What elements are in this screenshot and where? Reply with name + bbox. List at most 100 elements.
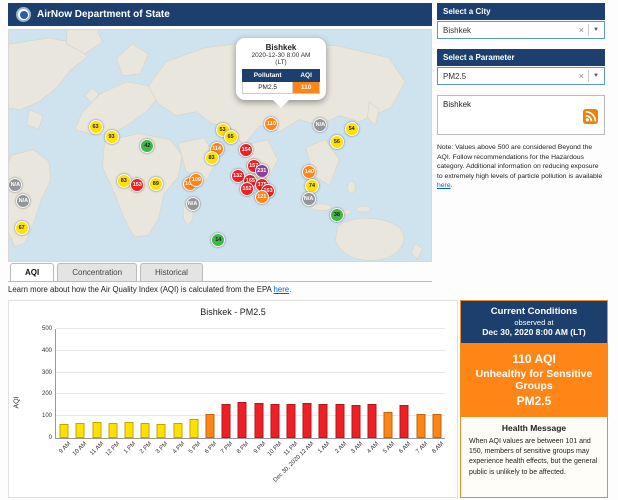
select-divider	[588, 70, 589, 82]
popup-aqi-value: 110	[293, 82, 320, 94]
select-parameter-header: Select a Parameter	[437, 49, 605, 66]
aqi-marker[interactable]: 65	[224, 130, 238, 144]
gridline	[56, 350, 445, 351]
chart-bar	[108, 423, 117, 438]
popup-city: Bishkek	[242, 43, 320, 52]
chart-bar	[222, 404, 231, 438]
x-tick-label: 9 AM	[58, 441, 72, 455]
chart-y-axis-label: AQI	[14, 396, 21, 408]
chart-bar	[287, 404, 296, 438]
aqi-marker[interactable]: N/A	[302, 192, 316, 206]
aqi-marker[interactable]: 231	[255, 164, 269, 178]
aqi-marker[interactable]: 56	[330, 135, 344, 149]
aqi-marker[interactable]: 54	[345, 122, 359, 136]
chart-panel: Bishkek - PM2.5 AQI 01002003004005009 AM…	[8, 300, 458, 498]
x-tick-label: 4 PM	[172, 441, 186, 455]
x-tick-label: 6 PM	[204, 441, 218, 455]
health-message-section: Health Message When AQI values are betwe…	[461, 417, 607, 484]
aqi-marker[interactable]: 89	[149, 177, 163, 191]
x-tick-label: 11 AM	[89, 441, 105, 457]
chart-bar	[303, 403, 312, 438]
chart-title: Bishkek - PM2.5	[9, 307, 457, 317]
aqi-marker[interactable]: 154	[239, 143, 253, 157]
clear-parameter-icon[interactable]: ×	[579, 71, 584, 81]
chart-bar	[205, 414, 214, 438]
gridline	[56, 393, 445, 394]
aqi-marker[interactable]: 153	[130, 178, 144, 192]
aqi-marker[interactable]: 38	[330, 208, 344, 222]
observed-at-label: observed at	[465, 318, 603, 327]
chart-bar	[157, 424, 166, 438]
view-tabs: AQI Concentration Historical	[8, 263, 432, 282]
gridline	[56, 328, 445, 329]
aqi-marker[interactable]: N/A	[16, 194, 30, 208]
y-tick-label: 300	[42, 370, 52, 376]
aqi-marker[interactable]: 67	[15, 221, 29, 235]
chart-bar	[368, 404, 377, 438]
current-conditions-panel: Current Conditions observed at Dec 30, 2…	[460, 300, 608, 498]
popup-pollutant-header: Pollutant	[243, 70, 293, 82]
x-tick-label: 9 PM	[253, 441, 267, 455]
y-tick-label: 400	[42, 348, 52, 354]
clear-city-icon[interactable]: ×	[579, 25, 584, 35]
world-aqi-map[interactable]: N/AN/A6763934283153891081091148353651101…	[8, 29, 432, 262]
current-conditions-header: Current Conditions observed at Dec 30, 2…	[461, 301, 607, 343]
popup-aqi-header: AQI	[293, 70, 320, 82]
chart-bar	[124, 422, 133, 438]
chart-bar	[60, 424, 69, 438]
x-tick-label: 12 PM	[104, 441, 121, 458]
aqi-marker[interactable]: N/A	[186, 197, 200, 211]
aqi-marker[interactable]: 121	[255, 190, 269, 204]
aqi-marker[interactable]: 63	[89, 120, 103, 134]
x-tick-label: 6 AM	[399, 441, 413, 455]
select-divider	[588, 24, 589, 36]
current-aqi-value: 110 AQI	[469, 352, 599, 366]
parameter-select-value: PM2.5	[443, 72, 466, 81]
aqi-marker[interactable]: 14	[211, 233, 225, 247]
note-here-link[interactable]: here	[437, 182, 451, 189]
aqi-marker[interactable]: 83	[117, 174, 131, 188]
health-message-title: Health Message	[469, 423, 599, 433]
chart-bar	[351, 405, 360, 438]
y-tick-label: 500	[42, 326, 52, 332]
chart-plot: 01002003004005009 AM10 AM11 AM12 PM1 PM2…	[55, 329, 445, 439]
city-select[interactable]: Bishkek × ▼	[437, 21, 605, 39]
x-tick-label: 2 AM	[334, 441, 348, 455]
x-tick-label: 5 AM	[383, 441, 397, 455]
tab-concentration[interactable]: Concentration	[57, 263, 137, 281]
x-tick-label: 1 PM	[123, 441, 137, 455]
aqi-marker[interactable]: 42	[140, 139, 154, 153]
aqi-marker[interactable]: 93	[105, 130, 119, 144]
chevron-down-icon[interactable]: ▼	[593, 73, 599, 79]
parameter-select[interactable]: PM2.5 × ▼	[437, 67, 605, 85]
chart-bar	[416, 414, 425, 438]
popup-timezone: (LT)	[242, 59, 320, 66]
epa-here-link[interactable]: here	[274, 285, 290, 294]
aqi-marker[interactable]: 110	[264, 117, 278, 131]
x-tick-label: 8 PM	[236, 441, 250, 455]
y-tick-label: 100	[42, 413, 52, 419]
aqi-marker[interactable]: 152	[240, 182, 254, 196]
chart-bar	[141, 423, 150, 438]
aqi-marker[interactable]: 109	[189, 173, 203, 187]
tab-aqi[interactable]: AQI	[10, 263, 54, 281]
x-tick-label: 4 AM	[366, 441, 380, 455]
aqi-marker[interactable]: 140	[302, 165, 316, 179]
chart-bar	[238, 402, 247, 438]
rss-icon[interactable]	[583, 109, 598, 124]
aqi-marker[interactable]: 83	[205, 151, 219, 165]
popup-pollutant-value: PM2.5	[243, 82, 293, 94]
x-tick-label: 2 PM	[139, 441, 153, 455]
city-select-value: Bishkek	[443, 26, 471, 35]
chevron-down-icon[interactable]: ▼	[593, 27, 599, 33]
aqi-marker[interactable]: N/A	[313, 118, 327, 132]
chart-bar	[400, 405, 409, 438]
popup-datetime: 2020-12-30 8:00 AM	[242, 52, 320, 59]
x-tick-label: 8 AM	[431, 441, 445, 455]
current-aqi-category: Unhealthy for Sensitive Groups	[469, 368, 599, 392]
tab-historical[interactable]: Historical	[140, 263, 203, 281]
select-city-header: Select a City	[437, 3, 605, 20]
observed-at-datetime: Dec 30, 2020 8:00 AM (LT)	[465, 327, 603, 337]
aqi-marker[interactable]: N/A	[8, 178, 22, 192]
gridline	[56, 372, 445, 373]
